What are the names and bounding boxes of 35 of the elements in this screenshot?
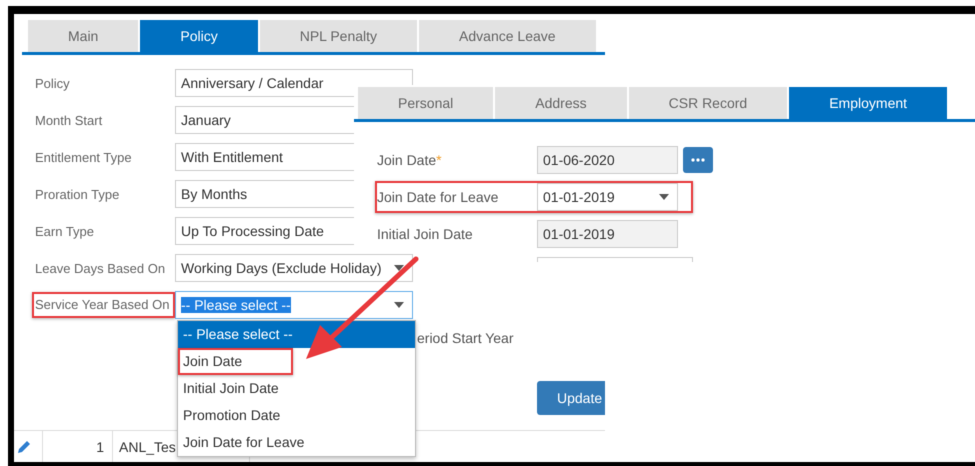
- table-cell: 1: [43, 431, 113, 462]
- dropdown-option[interactable]: -- Please select --: [178, 321, 415, 348]
- tab[interactable]: Policy: [140, 20, 258, 52]
- select-field[interactable]: Working Days (Exclude Holiday): [175, 254, 413, 282]
- field-label: Month Start: [34, 112, 104, 128]
- field-label: Leave Days Based On: [34, 260, 166, 276]
- dropdown-option[interactable]: Promotion Date: [178, 402, 415, 429]
- caret-icon: [394, 265, 404, 271]
- tab[interactable]: Personal: [358, 87, 494, 119]
- ellipsis-icon: [691, 158, 705, 162]
- select-field[interactable]: -- Please select --: [175, 291, 413, 319]
- field-label: Proration Type: [34, 186, 120, 202]
- field-label: Entitlement Type: [34, 150, 133, 164]
- more-button[interactable]: [683, 147, 713, 173]
- input-field[interactable]: 01-01-2019: [537, 220, 678, 248]
- tab[interactable]: Address: [495, 87, 627, 119]
- caret-icon: [659, 194, 669, 200]
- field-label: eriod Start Year: [417, 330, 515, 348]
- field-label: Policy: [34, 76, 71, 90]
- pencil-icon[interactable]: [16, 438, 32, 454]
- caret-icon: [394, 302, 404, 308]
- tab[interactable]: Employment: [789, 87, 948, 119]
- field-label: Service Year Based On: [32, 292, 175, 318]
- dropdown-menu[interactable]: -- Please select -- Join Date Initial Join Date Promotion Date Join Date for Leave: [177, 320, 416, 457]
- tab[interactable]: NPL Penalty: [260, 20, 418, 52]
- select-field[interactable]: 01-01-2019: [537, 183, 678, 211]
- tab[interactable]: Main: [28, 20, 138, 52]
- tab[interactable]: Advance Leave: [419, 20, 596, 52]
- dropdown-option[interactable]: Join Date: [178, 348, 293, 375]
- input-field[interactable]: 01-06-2020: [537, 146, 678, 174]
- field-label: Earn Type: [34, 224, 96, 238]
- dropdown-option[interactable]: Initial Join Date: [178, 375, 415, 402]
- update-button[interactable]: Update: [537, 381, 605, 415]
- input-field[interactable]: [537, 257, 693, 262]
- tab[interactable]: CSR Record: [628, 87, 788, 119]
